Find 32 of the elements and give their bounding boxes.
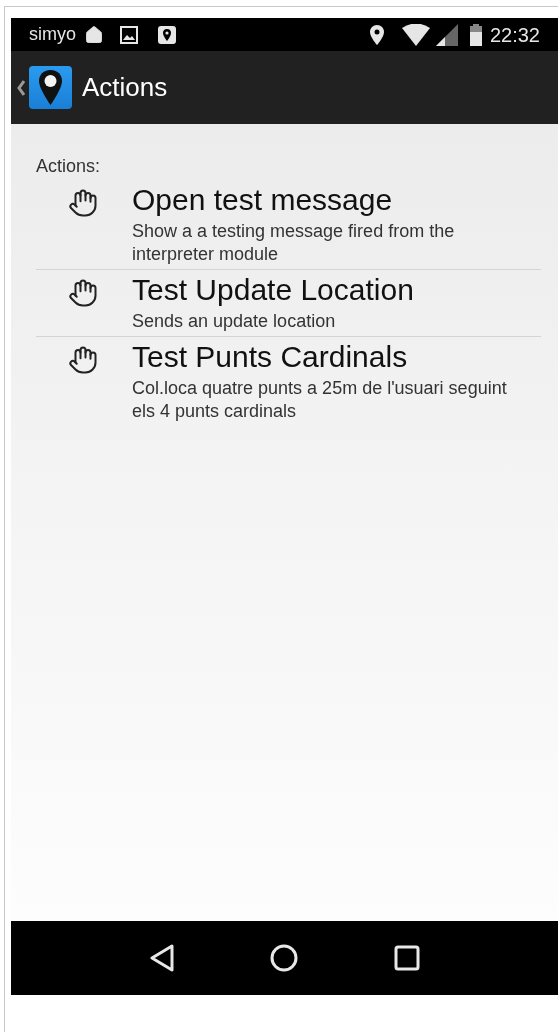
screen-title: Actions <box>82 71 168 104</box>
home-circle-icon <box>270 944 299 972</box>
action-item[interactable]: Test Update Location Sends an update location <box>36 270 541 337</box>
back-icon <box>148 944 175 972</box>
hand-icon <box>68 188 98 218</box>
action-description: Col.loca quatre punts a 25m de l'usuari seguint els 4 punts cardinals <box>132 377 508 423</box>
section-label: Actions: <box>36 155 102 178</box>
wifi-icon <box>401 23 430 46</box>
action-description: Show a a testing message fired from the interpreter module <box>132 220 456 266</box>
action-description: Sends an update location <box>132 310 337 333</box>
back-chevron-icon <box>17 79 25 96</box>
recents-button[interactable] <box>394 945 421 971</box>
signal-icon <box>435 23 458 46</box>
home-icon <box>84 24 104 45</box>
up-button[interactable] <box>17 66 72 109</box>
hand-icon <box>68 278 98 308</box>
home-button[interactable] <box>270 944 299 972</box>
hand-icon <box>68 345 98 375</box>
action-title: Test Punts Cardinals <box>132 339 409 375</box>
map-pin-icon <box>158 25 176 44</box>
action-title: Test Update Location <box>132 272 415 308</box>
recents-icon <box>394 945 421 971</box>
action-item[interactable]: Test Punts Cardinals Col.loca quatre punts a 25m de l'usuari seguint els 4 punts cardinals <box>36 337 541 426</box>
carrier-label: simyo <box>29 23 76 46</box>
image-icon <box>120 25 138 44</box>
back-button[interactable] <box>148 944 175 972</box>
location-icon <box>369 24 384 45</box>
clock: 22:32 <box>489 22 540 48</box>
app-logo-icon <box>29 66 72 109</box>
action-item[interactable]: Open test message Show a a testing message fired from the interpreter module <box>36 180 541 270</box>
battery-icon <box>469 23 482 46</box>
action-title: Open test message <box>132 182 394 218</box>
